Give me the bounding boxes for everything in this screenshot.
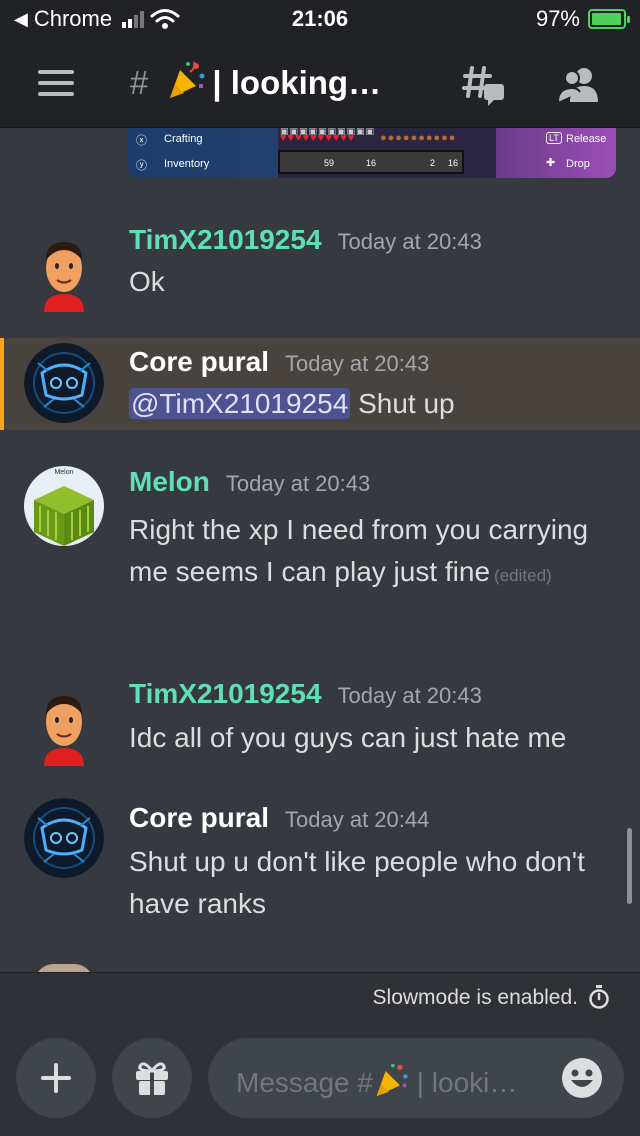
x-button-icon: ⓧ <box>136 135 147 147</box>
attachment-image[interactable]: ⓧ Crafting ⓨ Inventory ▣▣▣▣▣▣▣▣▣▣ ♥♥♥♥♥♥… <box>128 128 616 178</box>
username[interactable]: Core pural <box>129 802 269 833</box>
user-avatar[interactable] <box>24 343 104 423</box>
timestamp: Today at 20:43 <box>337 683 482 708</box>
message[interactable]: Melon Melon Today at 20:43 Right the xp I… <box>0 450 640 640</box>
placeholder-suffix: | looki… <box>408 1067 518 1098</box>
item-count: 16 <box>366 158 377 168</box>
lt-button-icon: LT <box>546 132 562 144</box>
message[interactable]: TimX21019254 Today at 20:43 Ok <box>0 208 640 318</box>
hunger-bar: ●●●●●●●●●● <box>380 132 457 144</box>
message-text: Ok <box>129 266 165 297</box>
threads-icon[interactable] <box>462 62 508 108</box>
message-body: Shut up <box>350 388 455 419</box>
timestamp: Today at 20:43 <box>285 351 430 376</box>
gift-icon <box>136 1062 168 1095</box>
timestamp: Today at 20:43 <box>337 229 482 254</box>
message-header: Melon Today at 20:43 <box>129 466 370 498</box>
item-count: 2 <box>430 158 436 168</box>
message-header: TimX21019254 Today at 20:43 <box>129 224 482 256</box>
user-avatar[interactable] <box>24 232 104 312</box>
members-icon[interactable] <box>556 62 602 108</box>
health-bar: ♥♥♥♥♥♥♥♥♥♥ <box>280 132 356 144</box>
battery-charging-icon <box>588 9 630 29</box>
message-composer: Message # | looki… <box>0 1022 640 1136</box>
message-input[interactable]: Message # | looki… <box>208 1038 624 1118</box>
release-label: Release <box>566 133 607 145</box>
game-hud-left <box>128 128 278 178</box>
channel-title[interactable]: # | looking… <box>130 60 381 102</box>
username[interactable]: Melon <box>129 466 210 497</box>
message-header: Core pural Today at 20:43 <box>129 346 429 378</box>
scrollbar[interactable] <box>627 828 632 904</box>
party-popper-icon <box>376 1063 408 1097</box>
message-text: Right the xp I need from you carrying me… <box>129 509 609 597</box>
message-text: Shut up u don't like people who don't ha… <box>129 846 585 919</box>
channel-hash: # <box>130 64 149 101</box>
battery-percent: 97% <box>535 6 580 31</box>
y-button-icon: ⓨ <box>136 160 147 172</box>
item-count: 59 <box>324 158 335 168</box>
menu-icon[interactable] <box>38 70 74 96</box>
message-list[interactable]: ⓧ Crafting ⓨ Inventory ▣▣▣▣▣▣▣▣▣▣ ♥♥♥♥♥♥… <box>0 128 640 972</box>
slowmode-text: Slowmode is enabled. <box>372 986 578 1009</box>
plus-icon <box>41 1063 71 1093</box>
battery-status: 97% <box>535 6 630 32</box>
user-avatar[interactable] <box>24 798 104 878</box>
timestamp: Today at 20:44 <box>285 807 430 832</box>
stopwatch-icon <box>589 985 609 1009</box>
user-avatar[interactable] <box>24 686 104 766</box>
hotbar: 59 16 2 16 <box>278 150 464 174</box>
message[interactable]: TimX21019254 Today at 20:43 Idc all of yo… <box>0 668 640 778</box>
channel-header: # | looking… <box>0 40 640 128</box>
message-header: Core pural Today at 20:44 <box>129 802 429 834</box>
drop-label: Drop <box>566 158 590 170</box>
status-bar: ◀ Chrome 21:06 97% <box>0 0 640 40</box>
crafting-label: Crafting <box>164 133 203 145</box>
message-text: @TimX21019254 Shut up <box>129 383 609 425</box>
edited-label: (edited) <box>494 566 552 585</box>
user-avatar[interactable]: Melon <box>24 466 104 546</box>
placeholder-prefix: Message # <box>236 1067 373 1098</box>
username[interactable]: TimX21019254 <box>129 224 322 255</box>
timestamp: Today at 20:43 <box>225 471 371 496</box>
message[interactable]: Core pural Today at 20:44 Shut up u don't… <box>0 796 640 936</box>
username[interactable]: TimX21019254 <box>129 678 322 709</box>
username[interactable]: Core pural <box>129 346 269 377</box>
message-mention-highlight[interactable]: Core pural Today at 20:43 @TimX21019254 S… <box>0 338 640 430</box>
slowmode-bar: Slowmode is enabled. <box>0 972 640 1022</box>
item-count: 16 <box>448 158 459 168</box>
user-avatar[interactable] <box>34 964 94 972</box>
message-header: TimX21019254 Today at 20:43 <box>129 678 482 710</box>
add-attachment-button[interactable] <box>16 1038 96 1118</box>
emoji-icon[interactable] <box>560 1056 604 1100</box>
gift-button[interactable] <box>112 1038 192 1118</box>
dpad-icon: ✚ <box>546 157 556 169</box>
message-text: Idc all of you guys can just hate me <box>129 722 567 753</box>
inventory-label: Inventory <box>164 158 210 170</box>
channel-name: | looking… <box>212 64 382 101</box>
avatar-label: Melon <box>54 469 73 476</box>
user-mention[interactable]: @TimX21019254 <box>129 388 351 419</box>
party-popper-icon <box>170 61 205 98</box>
message-placeholder: Message # | looki… <box>236 1062 517 1099</box>
